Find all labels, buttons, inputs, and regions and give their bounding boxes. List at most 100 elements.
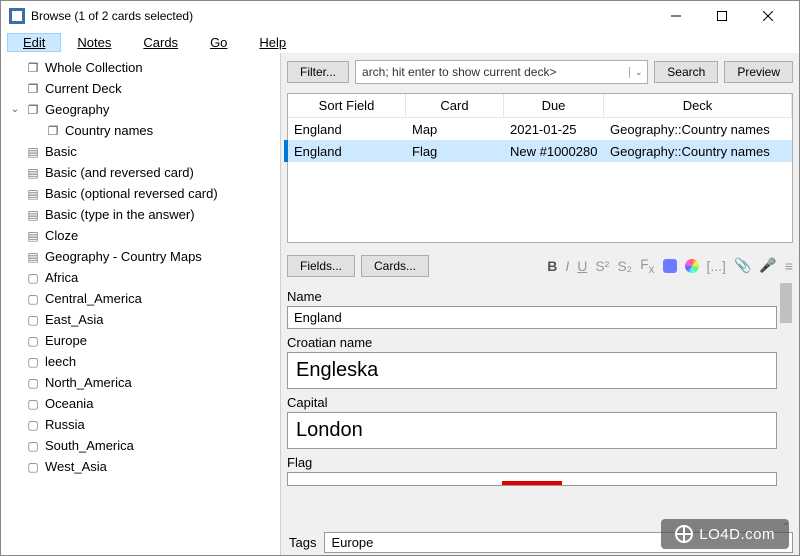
maximize-button[interactable]: [699, 1, 745, 31]
sidebar-item[interactable]: ▢West_Asia: [1, 456, 280, 477]
globe-icon: [675, 525, 693, 543]
sidebar-item[interactable]: ▤Basic (and reversed card): [1, 162, 280, 183]
sidebar-item[interactable]: ▢ Oceania: [1, 393, 280, 414]
flag-field[interactable]: [287, 472, 777, 486]
sidebar-item[interactable]: ❐Country names: [1, 120, 280, 141]
th-deck[interactable]: Deck: [604, 94, 792, 117]
minimize-button[interactable]: [653, 1, 699, 31]
menu-edit[interactable]: Edit: [7, 33, 61, 52]
text-color-icon[interactable]: [663, 259, 677, 273]
th-due[interactable]: Due: [504, 94, 604, 117]
sidebar-item[interactable]: ▤ Geography - Country Maps: [1, 246, 280, 267]
superscript-icon[interactable]: S²: [595, 258, 609, 274]
table-cell: England: [288, 140, 406, 162]
subscript-icon[interactable]: S₂: [617, 258, 632, 274]
record-icon[interactable]: 🎤: [759, 257, 776, 274]
sidebar-item[interactable]: ▢South_America: [1, 435, 280, 456]
book-icon: ▤: [25, 249, 41, 265]
menu-cards[interactable]: Cards: [127, 33, 194, 52]
sidebar-item[interactable]: ▤Basic (optional reversed card): [1, 183, 280, 204]
filter-button[interactable]: Filter...: [287, 61, 349, 83]
sidebar: ❐Whole Collection❐Current Deck⌄❐Geograph…: [1, 53, 281, 555]
underline-icon[interactable]: U: [577, 258, 587, 274]
th-card[interactable]: Card: [406, 94, 504, 117]
color-picker-icon[interactable]: [685, 259, 699, 273]
italic-icon[interactable]: I: [565, 258, 569, 274]
format-icons: B I U S² S₂ Fx [...] 📎 🎤 ≡: [547, 256, 793, 276]
flag-image: [502, 481, 562, 485]
sidebar-item-label: Cloze: [45, 228, 78, 243]
close-button[interactable]: [745, 1, 791, 31]
sidebar-item-label: North_America: [45, 375, 132, 390]
table-row[interactable]: EnglandMap2021-01-25Geography::Country n…: [288, 118, 792, 140]
fields-button[interactable]: Fields...: [287, 255, 355, 277]
book-icon: ▤: [25, 186, 41, 202]
sidebar-item[interactable]: ▢ North_America: [1, 372, 280, 393]
cards-button[interactable]: Cards...: [361, 255, 429, 277]
menu-bar: Edit Notes Cards Go Help: [1, 31, 799, 53]
field-input[interactable]: Engleska: [287, 352, 777, 389]
menu-help[interactable]: Help: [243, 33, 302, 52]
table-cell: Geography::Country names: [604, 118, 792, 140]
cards-icon: ❐: [25, 60, 41, 76]
field-label: Name: [287, 289, 777, 304]
sidebar-item[interactable]: ▢Europe: [1, 330, 280, 351]
menu-go[interactable]: Go: [194, 33, 243, 52]
clear-format-icon[interactable]: Fx: [640, 256, 654, 276]
tag-icon: ▢: [25, 375, 41, 391]
minimize-icon: [671, 11, 681, 21]
sidebar-item[interactable]: ▢Central_America: [1, 288, 280, 309]
sidebar-item[interactable]: ▢ Africa: [1, 267, 280, 288]
tag-icon: ▢: [25, 291, 41, 307]
scrollbar-thumb[interactable]: [780, 283, 792, 323]
fields-area: NameEnglandCroatian nameEngleskaCapitalL…: [287, 283, 793, 529]
field-label: Capital: [287, 395, 777, 410]
tag-icon: ▢: [25, 270, 41, 286]
more-icon[interactable]: ≡: [785, 258, 793, 274]
search-button[interactable]: Search: [654, 61, 718, 83]
editor-toolbar: Fields... Cards... B I U S² S₂ Fx [...] …: [287, 253, 793, 279]
attach-icon[interactable]: 📎: [734, 257, 751, 274]
tags-label: Tags: [287, 535, 316, 550]
sidebar-item-label: Geography - Country Maps: [45, 249, 202, 264]
sidebar-item-label: Africa: [45, 270, 78, 285]
th-sort-field[interactable]: Sort Field: [288, 94, 406, 117]
field-label: Flag: [287, 455, 777, 470]
table-row[interactable]: EnglandFlagNew #1000280Geography::Countr…: [288, 140, 792, 162]
cloze-icon[interactable]: [...]: [707, 258, 726, 274]
field-input[interactable]: London: [287, 412, 777, 449]
sidebar-item[interactable]: ▢ leech: [1, 351, 280, 372]
tag-icon: ▢: [25, 312, 41, 328]
main-panel: Filter... arch; hit enter to show curren…: [281, 53, 799, 555]
menu-notes[interactable]: Notes: [61, 33, 127, 52]
sidebar-item[interactable]: ▤ Cloze: [1, 225, 280, 246]
tag-icon: ▢: [25, 438, 41, 454]
tag-icon: ▢: [25, 354, 41, 370]
bold-icon[interactable]: B: [547, 258, 557, 274]
sidebar-item-label: Current Deck: [45, 81, 122, 96]
sidebar-item-label: Europe: [45, 333, 87, 348]
sidebar-item[interactable]: ⌄❐Geography: [1, 99, 280, 120]
fields-scrollbar[interactable]: ⌄: [779, 283, 793, 529]
sidebar-item[interactable]: ▤Basic (type in the answer): [1, 204, 280, 225]
sidebar-item-label: Oceania: [45, 396, 93, 411]
sidebar-item[interactable]: ❐ Current Deck: [1, 78, 280, 99]
book-icon: ▤: [25, 144, 41, 160]
sidebar-item[interactable]: ▢Russia: [1, 414, 280, 435]
preview-button[interactable]: Preview: [724, 61, 793, 83]
tag-icon: ▢: [25, 459, 41, 475]
card-table: Sort Field Card Due Deck EnglandMap2021-…: [287, 93, 793, 243]
tag-icon: ▢: [25, 396, 41, 412]
sidebar-item-label: Country names: [65, 123, 153, 138]
sidebar-item-label: leech: [45, 354, 76, 369]
chevron-icon[interactable]: ⌄: [9, 104, 21, 115]
search-dropdown-icon[interactable]: ⌄: [629, 67, 647, 78]
book-icon: ▤: [25, 228, 41, 244]
cards-icon: ❐: [25, 81, 41, 97]
field-input[interactable]: England: [287, 306, 777, 329]
sidebar-item[interactable]: ▤Basic: [1, 141, 280, 162]
sidebar-item[interactable]: ▢East_Asia: [1, 309, 280, 330]
table-cell: Map: [406, 118, 504, 140]
search-box[interactable]: arch; hit enter to show current deck> ⌄: [355, 60, 648, 84]
sidebar-item[interactable]: ❐Whole Collection: [1, 57, 280, 78]
